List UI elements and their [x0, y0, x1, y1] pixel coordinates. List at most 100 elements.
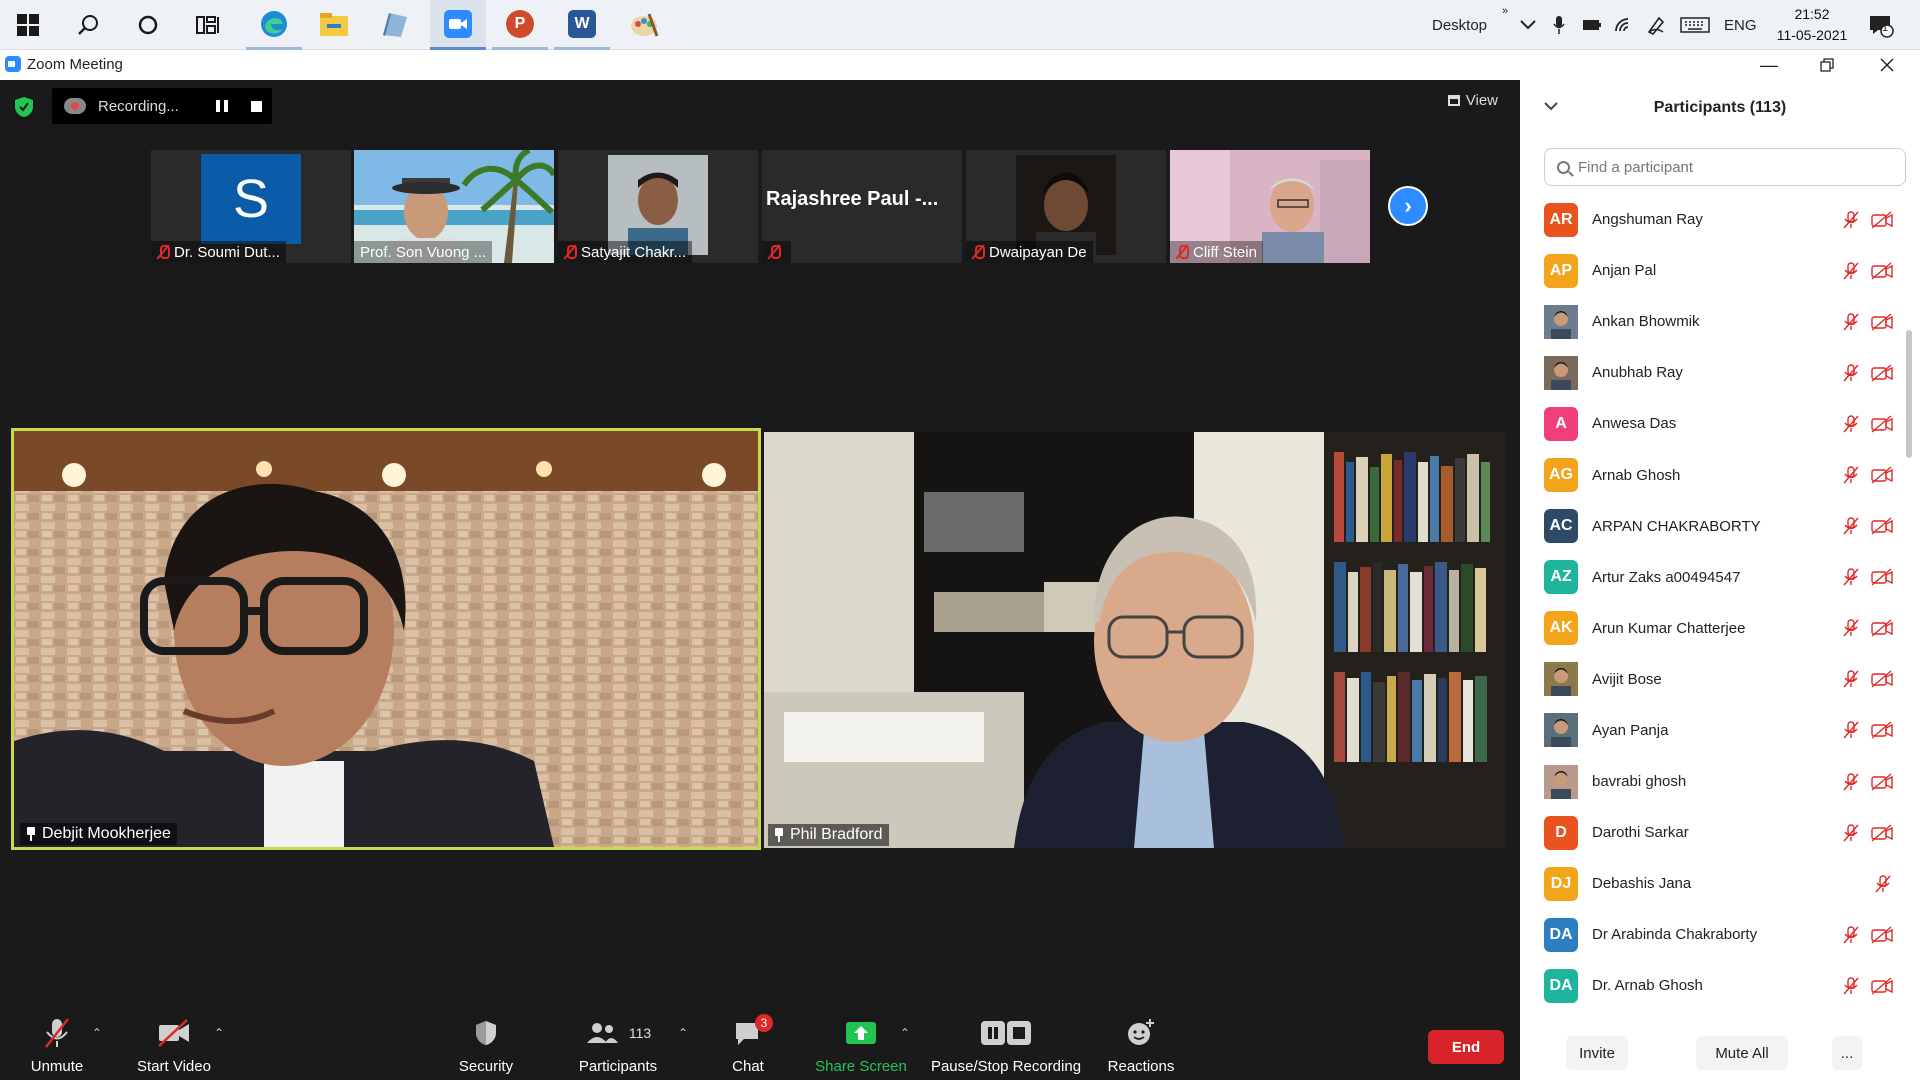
mic-muted-icon[interactable]	[1842, 517, 1860, 535]
language-indicator[interactable]: ENG	[1724, 0, 1757, 50]
reactions-button[interactable]: Reactions	[1096, 1010, 1186, 1080]
thumbnail-tile[interactable]: S Dr. Soumi Dut...	[151, 150, 351, 263]
participant-row[interactable]: Ankan Bhowmik	[1520, 296, 1910, 347]
audio-options-chevron-icon[interactable]: ⌃	[92, 1026, 102, 1040]
invite-button[interactable]: Invite	[1566, 1036, 1628, 1070]
mic-muted-icon[interactable]	[1842, 568, 1860, 586]
mic-muted-icon[interactable]	[1842, 313, 1860, 331]
restore-button[interactable]	[1798, 50, 1856, 80]
mic-muted-icon[interactable]	[1842, 364, 1860, 382]
mic-muted-icon[interactable]	[1842, 210, 1860, 229]
video-off-icon[interactable]	[1870, 721, 1894, 740]
window-title-bar[interactable]: Zoom Meeting —	[0, 50, 1920, 80]
participant-row[interactable]: Ayan Panja	[1520, 705, 1910, 756]
participant-list-scrollbar[interactable]	[1906, 330, 1912, 458]
video-off-icon[interactable]	[1870, 568, 1894, 586]
video-off-icon[interactable]	[1870, 670, 1894, 688]
stop-recording-icon[interactable]	[251, 101, 262, 112]
mic-muted-icon[interactable]	[1842, 466, 1860, 484]
thumbnail-tile[interactable]: Rajashree Paul -...	[762, 150, 962, 263]
video-off-icon[interactable]	[1870, 824, 1894, 842]
participants-button[interactable]: 113 Participants	[568, 1010, 668, 1080]
participant-row[interactable]: bavrabi ghosh	[1520, 756, 1910, 807]
video-options-chevron-icon[interactable]: ⌃	[214, 1026, 224, 1040]
pause-recording-icon[interactable]	[216, 100, 228, 112]
video-off-icon[interactable]	[1870, 773, 1894, 791]
task-view-icon[interactable]	[180, 0, 236, 50]
participant-row[interactable]: AK Arun Kumar Chatterjee	[1520, 603, 1910, 654]
mic-muted-icon[interactable]	[1842, 926, 1860, 944]
video-off-icon[interactable]	[1870, 517, 1894, 535]
video-tile[interactable]: Phil Bradford	[764, 432, 1506, 848]
participant-row[interactable]: Anubhab Ray	[1520, 347, 1910, 398]
mic-muted-icon[interactable]	[1842, 261, 1860, 280]
paint-icon[interactable]	[616, 0, 672, 50]
share-screen-button[interactable]: Share Screen	[806, 1010, 916, 1080]
participant-row[interactable]: DJ Debashis Jana	[1520, 858, 1910, 909]
thumbnail-tile[interactable]: Dwaipayan De	[966, 150, 1166, 263]
microphone-icon[interactable]	[1552, 0, 1566, 50]
mic-muted-icon[interactable]	[1842, 977, 1860, 995]
mic-muted-icon[interactable]	[1842, 721, 1860, 739]
cortana-icon[interactable]	[120, 0, 176, 50]
video-off-icon[interactable]	[1870, 619, 1894, 637]
end-meeting-button[interactable]: End	[1428, 1030, 1504, 1064]
keyboard-icon[interactable]	[1680, 0, 1710, 50]
file-explorer-icon[interactable]	[306, 0, 362, 50]
encryption-shield-icon[interactable]	[14, 96, 34, 118]
share-options-chevron-icon[interactable]: ⌃	[900, 1026, 910, 1040]
start-video-button[interactable]: Start Video	[130, 1010, 218, 1080]
participant-row[interactable]: D Darothi Sarkar	[1520, 807, 1910, 858]
pen-icon[interactable]	[1646, 0, 1666, 50]
battery-icon[interactable]	[1582, 0, 1602, 50]
mic-muted-icon[interactable]	[1842, 415, 1860, 433]
video-off-icon[interactable]	[1870, 211, 1894, 229]
video-off-icon[interactable]	[1870, 313, 1894, 331]
thumbnail-tile[interactable]: Satyajit Chakr...	[558, 150, 758, 263]
system-clock[interactable]: 21:52 11-05-2021	[1772, 4, 1852, 46]
participant-row[interactable]: Avijit Bose	[1520, 654, 1910, 705]
toolbar-expand-icon[interactable]: »	[1502, 0, 1508, 36]
more-options-button[interactable]: ...	[1832, 1036, 1862, 1070]
view-button[interactable]: View	[1447, 92, 1498, 109]
participant-row[interactable]: AZ Artur Zaks a00494547	[1520, 552, 1910, 603]
mic-muted-icon[interactable]	[1842, 772, 1860, 791]
mic-muted-icon[interactable]	[1842, 823, 1860, 842]
zoom-app-icon[interactable]	[430, 0, 486, 50]
thumbnail-tile[interactable]: Prof. Son Vuong ...	[354, 150, 554, 263]
mic-muted-icon[interactable]	[1842, 619, 1860, 637]
participant-row[interactable]: AP Anjan Pal	[1520, 245, 1910, 296]
word-icon[interactable]: W	[554, 0, 610, 50]
chat-button[interactable]: 3 Chat	[708, 1010, 788, 1080]
windows-start-icon[interactable]	[0, 0, 56, 50]
video-off-icon[interactable]	[1870, 926, 1894, 944]
edge-icon[interactable]	[246, 0, 302, 50]
participant-row[interactable]: AG Arnab Ghosh	[1520, 449, 1910, 500]
video-off-icon[interactable]	[1870, 415, 1894, 433]
participant-row[interactable]: DA Dr. Arnab Ghosh	[1520, 960, 1910, 1011]
thumbnail-tile[interactable]: Cliff Stein	[1170, 150, 1370, 263]
mic-muted-icon[interactable]	[1842, 670, 1860, 688]
video-off-icon[interactable]	[1870, 466, 1894, 484]
desktop-toolbar-label[interactable]: Desktop	[1432, 0, 1487, 50]
unmute-button[interactable]: Unmute	[14, 1010, 100, 1080]
video-tile-active-speaker[interactable]: Debjit Mookherjee	[11, 428, 761, 850]
show-hidden-icons-chevron-icon[interactable]	[1520, 0, 1536, 50]
video-off-icon[interactable]	[1870, 262, 1894, 280]
participant-row[interactable]: AC ARPAN CHAKRABORTY	[1520, 501, 1910, 552]
close-window-button[interactable]	[1858, 50, 1916, 80]
participant-row[interactable]: AR Angshuman Ray	[1520, 194, 1910, 245]
mute-all-button[interactable]: Mute All	[1696, 1036, 1788, 1070]
security-button[interactable]: Security	[446, 1010, 526, 1080]
participant-search-input[interactable]: Find a participant	[1544, 148, 1906, 186]
powerpoint-icon[interactable]: P	[492, 0, 548, 50]
mic-muted-icon[interactable]	[1874, 875, 1892, 893]
video-off-icon[interactable]	[1870, 364, 1894, 382]
minimize-button[interactable]: —	[1740, 50, 1798, 80]
next-page-button[interactable]: ›	[1388, 186, 1428, 226]
participants-options-chevron-icon[interactable]: ⌃	[678, 1026, 688, 1040]
remote-desktop-icon[interactable]	[366, 0, 422, 50]
pause-stop-recording-button[interactable]: Pause/Stop Recording	[926, 1010, 1086, 1080]
participant-row[interactable]: A Anwesa Das	[1520, 398, 1910, 449]
video-off-icon[interactable]	[1870, 977, 1894, 995]
